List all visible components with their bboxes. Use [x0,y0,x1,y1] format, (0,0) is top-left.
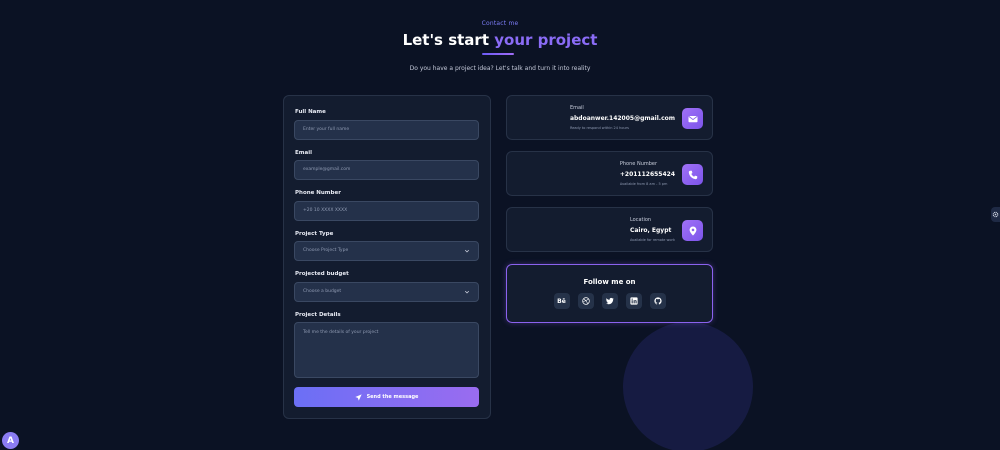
follow-title: Follow me on [583,278,636,286]
phone-label: Phone Number [295,190,341,196]
project-type-value: Choose Project Type [303,248,349,253]
decorative-circle [623,322,753,450]
full-name-input[interactable]: Enter your full name [294,120,479,140]
email-note: Ready to respond within 24 hours [569,126,629,130]
behance-link[interactable]: Bē [553,293,570,309]
section-eyebrow: Contact me [481,20,519,27]
email-card-title: Email [569,105,584,111]
phone-value[interactable]: +201112655424 [620,171,675,178]
behance-icon: Bē [557,297,566,305]
twitter-link[interactable] [601,293,618,309]
details-textarea[interactable]: Tell me the details of your project [294,322,479,378]
page-subtitle: Do you have a project idea? Let's talk a… [409,65,591,72]
project-type-select[interactable]: Choose Project Type [294,241,479,261]
details-label: Project Details [295,312,341,318]
map-pin-icon [682,220,703,241]
title-main: Let's start [402,31,489,49]
phone-note: Available from 8 am - 5 pm [619,182,668,186]
linkedin-link[interactable] [625,293,642,309]
gear-icon [992,211,999,218]
page-title: Let's start your project [0,31,1000,49]
email-input[interactable]: example@gmail.com [294,160,479,180]
github-link[interactable] [649,293,666,309]
budget-label: Projected budget [295,271,349,277]
email-label: Email [295,150,312,156]
github-icon [653,297,662,305]
phone-icon [682,164,703,185]
send-message-label: Send the message [366,394,419,400]
envelope-icon [682,108,703,129]
location-card-title: Location [629,217,652,223]
logo-badge[interactable]: A [2,432,19,449]
dribbble-link[interactable] [577,293,594,309]
title-accent: your project [494,31,598,49]
chevron-down-icon [464,290,470,294]
location-card: Location Cairo, Egypt Available for remo… [506,207,713,252]
dribbble-icon [581,297,590,305]
full-name-label: Full Name [295,109,326,115]
project-type-label: Project Type [295,231,334,237]
phone-input[interactable]: +20 10 XXXX XXXX [294,201,479,221]
send-message-button[interactable]: Send the message [294,387,479,407]
title-underline [482,53,514,55]
follow-card: Follow me on Bē [506,264,713,323]
phone-card: Phone Number +201112655424 Available fro… [506,151,713,196]
budget-value: Choose a budget [303,289,342,294]
contact-form: Full Name Enter your full name Email exa… [283,95,491,419]
linkedin-icon [629,297,638,305]
chevron-down-icon [464,249,470,253]
location-note: Available for remote work [629,238,675,242]
email-value[interactable]: abdoanwer.142005@gmail.com [570,115,675,122]
email-card: Email abdoanwer.142005@gmail.com Ready t… [506,95,713,140]
phone-card-title: Phone Number [619,161,658,167]
twitter-icon [605,297,614,305]
social-links: Bē [507,293,712,309]
settings-tab[interactable] [991,207,1000,222]
send-icon [354,393,362,401]
budget-select[interactable]: Choose a budget [294,282,479,302]
logo-letter: A [7,435,14,446]
location-value: Cairo, Egypt [629,227,672,234]
